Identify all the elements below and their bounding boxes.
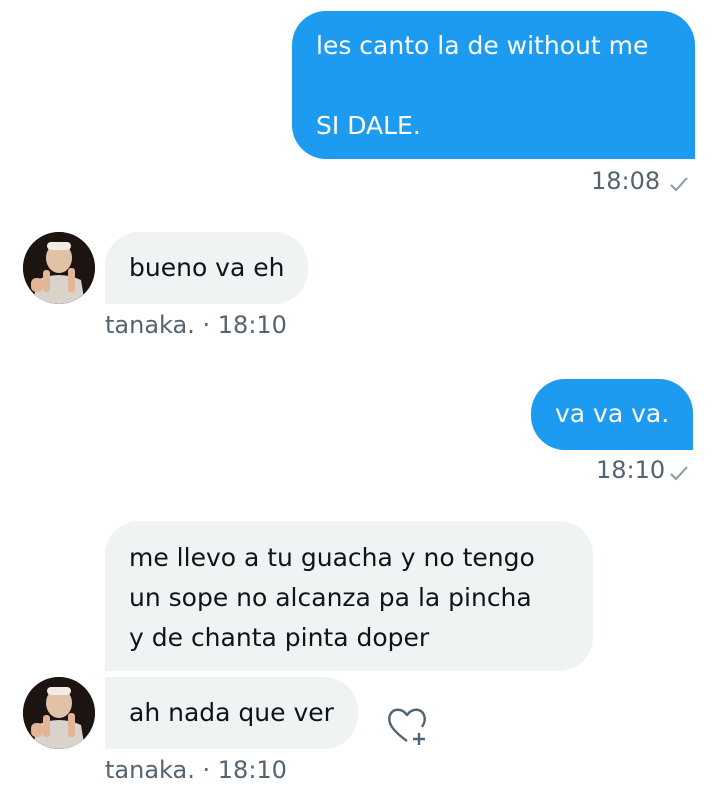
message-timestamp: 18:10: [217, 756, 287, 784]
message-bubble-incoming[interactable]: me llevo a tu guacha y no tengo un sope …: [105, 521, 593, 671]
message-text-line: me llevo a tu guacha y no tengo: [129, 543, 535, 572]
message-timestamp: 18:10: [217, 311, 287, 339]
sender-name[interactable]: tanaka.: [105, 756, 195, 784]
message-text: bueno va eh: [129, 253, 285, 282]
meta-separator: ·: [202, 756, 211, 784]
message-timestamp: 18:10: [596, 456, 666, 484]
message-text-line: un sope no alcanza pa la pincha: [129, 583, 532, 612]
message-meta: tanaka. · 18:10: [105, 755, 287, 785]
avatar[interactable]: [23, 677, 95, 749]
avatar-image: [23, 232, 95, 304]
message-text: ah nada que ver: [129, 698, 334, 727]
message-bubble-outgoing[interactable]: va va va.: [531, 379, 694, 450]
message-text-line: les canto la de without me: [316, 31, 649, 60]
message-bubble-incoming[interactable]: bueno va eh: [105, 232, 309, 304]
message-timestamp: 18:08: [591, 167, 661, 195]
message-text: va va va.: [555, 399, 670, 428]
check-icon: [670, 466, 688, 481]
meta-separator: ·: [202, 311, 211, 339]
message-text-line: SI DALE.: [316, 111, 421, 140]
avatar[interactable]: [23, 232, 95, 304]
message-meta: tanaka. · 18:10: [105, 310, 287, 340]
message-text-line: y de chanta pinta doper: [129, 623, 430, 652]
avatar-image: [23, 677, 95, 749]
message-bubble-incoming[interactable]: ah nada que ver: [105, 677, 358, 749]
sender-name[interactable]: tanaka.: [105, 311, 195, 339]
heart-plus-icon[interactable]: [385, 703, 431, 749]
check-icon: [670, 177, 688, 192]
message-bubble-outgoing[interactable]: les canto la de without me SI DALE.: [292, 11, 695, 159]
message-text-line: [316, 66, 671, 106]
